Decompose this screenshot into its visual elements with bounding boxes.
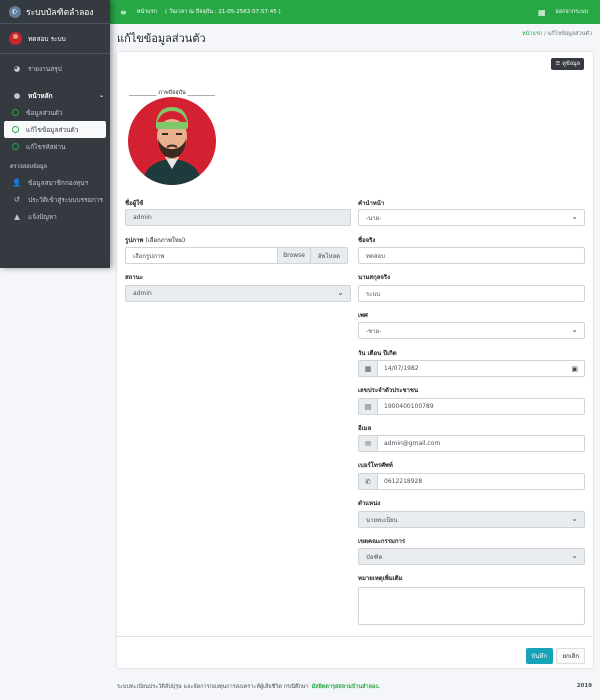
sidebar-item-profile[interactable]: ข้อมูลส่วนตัว	[0, 104, 110, 121]
sidebar-item-login-history[interactable]: ↺ ประวัติเข้าสู่ระบบบรรมการ	[0, 191, 110, 208]
email-input[interactable]: admin@gmail.com	[378, 435, 585, 452]
image-file-input[interactable]: เลือกรูปภาพ Browse อัพโหลด	[125, 247, 348, 264]
sidebar-item-home[interactable]: ● หน้าหลัก ⌄	[0, 87, 110, 104]
prefix-label: คำนำหน้า	[358, 200, 385, 207]
username-field[interactable]: admin	[125, 209, 351, 226]
breadcrumb: หน้าแรก / แก้ไขข้อมูลส่วนตัว	[522, 30, 592, 38]
image-label: รูปภาพ (เลือกภาพใหม่)	[125, 237, 186, 244]
footer-link[interactable]: มัสยิดดารุสสลามบ้านลำลอง.	[312, 683, 380, 691]
dob-group: ▦ 14/07/1982 ▣	[358, 360, 585, 377]
warning-icon: ▲	[14, 212, 20, 221]
user-edit-icon: 👤	[12, 178, 22, 187]
breadcrumb-home[interactable]: หน้าแรก	[522, 31, 542, 37]
user-name: ทดสอบ ระบบ	[28, 34, 66, 43]
prefix-select[interactable]: -นาย-	[358, 209, 585, 226]
idcard-input[interactable]: 1900400100789	[378, 398, 585, 415]
sidebar-item-edit-profile[interactable]: แก้ไขข้อมูลส่วนตัว	[4, 121, 106, 138]
gender-label: เพศ	[358, 312, 368, 319]
dob-input[interactable]: 14/07/1982 ▣	[378, 360, 585, 377]
brand-link[interactable]: ☪ ระบบบัลฑิตลำลอง	[0, 0, 110, 24]
user-avatar	[9, 32, 22, 45]
footer-year: 2019	[576, 683, 592, 689]
lastname-input[interactable]: ระบบ	[358, 285, 585, 302]
top-navbar: ≡ หน้าแรก ( วันเวลา ณ ปัจจุบัน : 21-05-2…	[110, 0, 600, 24]
logout-link[interactable]: ออกจากระบบ	[556, 8, 588, 16]
user-circle-icon: ●	[13, 91, 21, 100]
history-icon: ↺	[13, 195, 21, 204]
chevron-down-icon: ⌄	[98, 92, 104, 99]
file-placeholder: เลือกรูปภาพ	[133, 252, 165, 260]
sidebar-item-members[interactable]: 👤 ข้อมูลสมาชิกกองทุนฯ	[0, 174, 110, 191]
user-panel[interactable]: ทดสอบ ระบบ	[0, 24, 110, 54]
id-card-icon: ▤	[358, 398, 378, 415]
lastname-label: นามสกุลจริง	[358, 274, 391, 281]
phone-input[interactable]: 0612218928	[378, 473, 585, 490]
card-footer: บันทึก ยกเลิก	[117, 636, 593, 668]
sidebar-item-report-issue[interactable]: ▲ แจ้งปัญหา	[0, 208, 110, 225]
gender-select[interactable]: -ชาย-	[358, 322, 585, 339]
firstname-label: ชื่อจริง	[358, 237, 376, 244]
circle-icon	[12, 143, 19, 150]
note-textarea[interactable]	[358, 587, 585, 625]
circle-icon	[12, 126, 19, 133]
phone-icon: ✆	[358, 473, 378, 490]
idcard-group: ▤ 1900400100789	[358, 398, 585, 415]
upload-button[interactable]: อัพโหลด	[310, 248, 347, 263]
firstname-input[interactable]: ทดสอบ	[358, 247, 585, 264]
position-label: ตำแหน่ง	[358, 500, 381, 507]
logo-icon: ☪	[9, 5, 21, 18]
status-label: สถานะ	[125, 274, 143, 281]
committee-select[interactable]: บัลฑิต	[358, 548, 585, 565]
date-picker-icon[interactable]: ▣	[571, 365, 578, 373]
menu-toggle-icon[interactable]: ≡	[120, 8, 127, 17]
status-select[interactable]: admin	[125, 285, 351, 302]
nav-home-link[interactable]: หน้าแรก	[137, 8, 157, 16]
chart-pie-icon: ◕	[13, 64, 21, 73]
current-photo-label: __________ ภาพปัจจุบัน __________	[129, 90, 216, 96]
phone-label: เบอร์โทรศัพท์	[358, 462, 393, 469]
breadcrumb-current: แก้ไขข้อมูลส่วนตัว	[547, 31, 592, 37]
footer-text: ระบบทะเบียนประวัติสัปปุรุษ และจัดการกองท…	[117, 684, 309, 690]
person-avatar-illustration	[142, 107, 202, 185]
profile-form-card: ☰ ดูข้อมูล __________ ภาพปัจจุบัน ______…	[117, 52, 593, 668]
current-datetime: ( วันเวลา ณ ปัจจุบัน : 21-05-2563 07:57:…	[165, 9, 281, 15]
note-label: หมายเหตุเพิ่มเติม	[358, 575, 403, 582]
profile-avatar-image	[128, 97, 216, 185]
position-select[interactable]: นายทะเบียน	[358, 511, 585, 528]
page-footer: ระบบทะเบียนประวัติสัปปุรุษ และจัดการกองท…	[117, 683, 592, 691]
email-label: อีเมล	[358, 425, 372, 432]
cancel-button[interactable]: ยกเลิก	[556, 648, 585, 664]
calendar-icon: ▦	[358, 360, 378, 377]
email-group: ✉ admin@gmail.com	[358, 435, 585, 452]
browse-button[interactable]: Browse	[277, 248, 310, 263]
circle-icon	[12, 109, 19, 116]
envelope-icon: ✉	[358, 435, 378, 452]
sidebar: ☪ ระบบบัลฑิตลำลอง ทดสอบ ระบบ ◕ รายงานสรุ…	[0, 0, 110, 268]
view-data-button[interactable]: ☰ ดูข้อมูล	[551, 58, 584, 70]
page-title: แก้ไขข้อมูลส่วนตัว	[117, 32, 206, 45]
idcard-label: เลขประจำตัวประชาชน	[358, 387, 419, 394]
sidebar-section-header: ตรวจสอบข้อมูล	[10, 164, 48, 170]
username-label: ชื่อผู้ใช้	[125, 200, 144, 207]
save-button[interactable]: บันทึก	[525, 648, 553, 664]
dob-label: วัน เดือน ปีเกิด	[358, 350, 397, 357]
sidebar-item-summary[interactable]: ◕ รายงานสรุป	[0, 60, 110, 77]
apps-grid-icon[interactable]: ▦	[538, 8, 546, 17]
sidebar-item-change-password[interactable]: แก้ไขรหัสผ่าน	[0, 138, 110, 155]
committee-label: เขตคณะกรรมการ	[358, 538, 406, 545]
brand-text: ระบบบัลฑิตลำลอง	[26, 7, 94, 18]
phone-group: ✆ 0612218928	[358, 473, 585, 490]
breadcrumb-separator: /	[544, 31, 546, 37]
sidebar-nav: ◕ รายงานสรุป ● หน้าหลัก ⌄ ข้อมูลส่วนตัว …	[0, 60, 110, 225]
list-icon: ☰	[555, 61, 561, 67]
